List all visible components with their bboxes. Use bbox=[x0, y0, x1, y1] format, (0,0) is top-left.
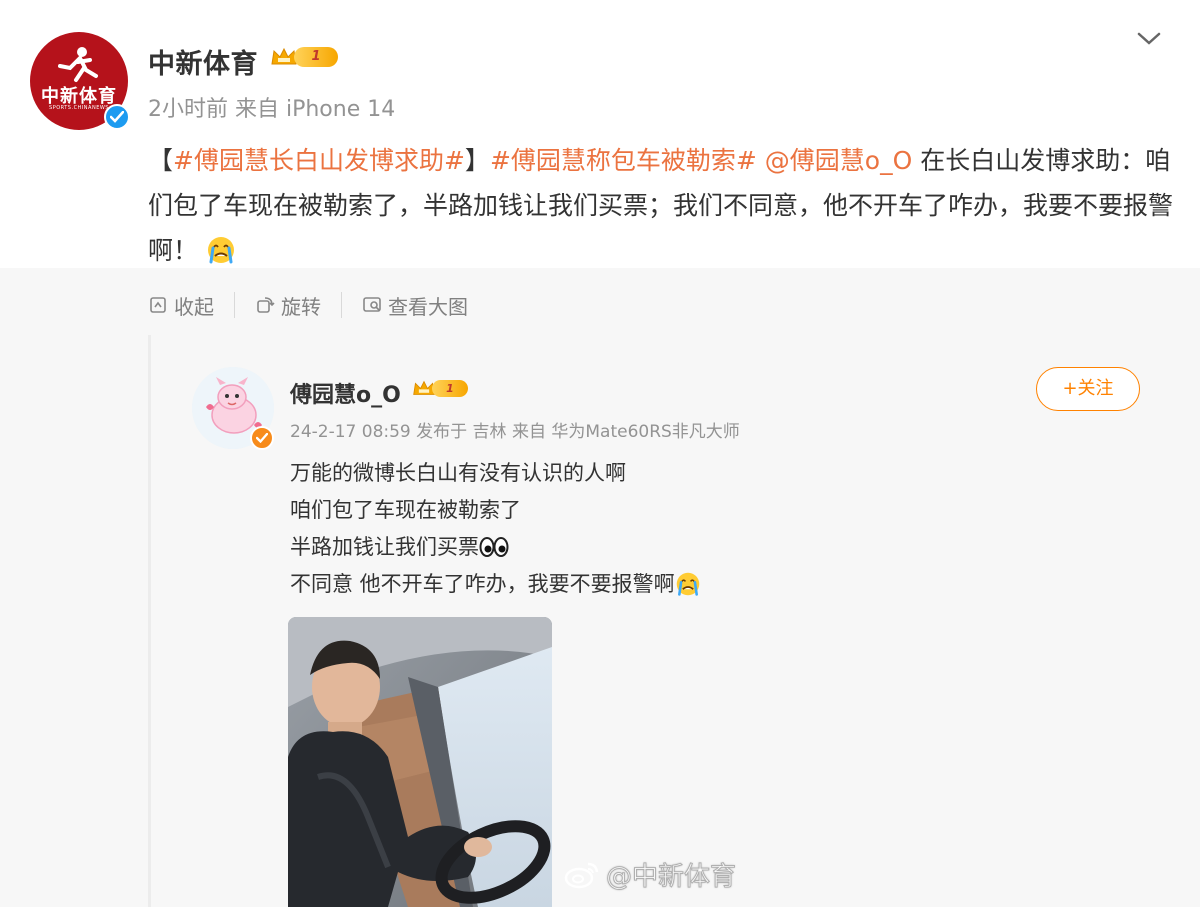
follow-button[interactable]: +关注 bbox=[1036, 367, 1140, 411]
repost-meta: 24-2-17 08:59 发布于 吉林 来自 华为Mate60RS非凡大师 bbox=[290, 422, 740, 442]
repost-author-name[interactable]: 傅园慧o_O bbox=[290, 377, 401, 409]
driver-photo bbox=[288, 617, 552, 907]
runner-logo-icon bbox=[58, 47, 98, 82]
vip-level: 1 bbox=[432, 380, 468, 397]
view-image-label: 查看大图 bbox=[388, 294, 468, 319]
hashtag-link[interactable]: #傅园慧长白山发博求助# bbox=[173, 146, 465, 175]
repost-line: 不同意 他不开车了咋办，我要不要报警啊 bbox=[290, 566, 701, 603]
repost-line-text: 半路加钱让我们买票 bbox=[290, 535, 479, 559]
chevron-down-icon[interactable] bbox=[1136, 30, 1162, 48]
collapse-button[interactable]: 收起 bbox=[148, 291, 214, 320]
hashtag-link[interactable]: #傅园慧称包车被勒索# bbox=[490, 146, 757, 175]
vip-badge[interactable]: 1 bbox=[270, 46, 338, 68]
bracket-open: 【 bbox=[148, 146, 174, 175]
rotate-icon bbox=[257, 297, 275, 313]
author-name[interactable]: 中新体育 bbox=[148, 42, 258, 81]
repost-line: 万能的微博长白山有没有认识的人啊 bbox=[290, 461, 626, 485]
media-action-bar: 收起 旋转 查看大图 bbox=[148, 288, 468, 322]
crying-emoji-icon bbox=[676, 572, 699, 596]
collapse-icon bbox=[150, 297, 166, 313]
rotate-label: 旋转 bbox=[281, 294, 321, 319]
photo-watermark: @中新体育 bbox=[564, 856, 737, 893]
verified-badge-icon bbox=[250, 426, 274, 450]
repost-line-text: 不同意 他不开车了咋办，我要不要报警啊 bbox=[290, 572, 675, 596]
view-large-image-button[interactable]: 查看大图 bbox=[362, 291, 468, 320]
rotate-button[interactable]: 旋转 bbox=[255, 291, 321, 320]
repost-text: 万能的微博长白山有没有认识的人啊 咱们包了车现在被勒索了 半路加钱让我们买票 不… bbox=[290, 455, 701, 603]
watermark-text: @中新体育 bbox=[605, 862, 737, 893]
post-meta: 2小时前 来自 iPhone 14 bbox=[148, 97, 396, 122]
eyes-emoji-icon bbox=[479, 537, 509, 557]
collapse-label: 收起 bbox=[174, 294, 214, 319]
bracket-close: 】 bbox=[464, 146, 490, 175]
repost-line: 半路加钱让我们买票 bbox=[290, 529, 701, 566]
vip-badge[interactable]: 1 bbox=[412, 379, 468, 398]
post-photo[interactable] bbox=[288, 617, 552, 907]
repost-line: 咱们包了车现在被勒索了 bbox=[290, 498, 521, 522]
crying-emoji-icon bbox=[207, 237, 234, 264]
weibo-post: 中新体育 SPORTS.CHINANEWS 中新体育 1 2小时前 来自 iPh… bbox=[0, 0, 1200, 907]
post-text: 【#傅园慧长白山发博求助#】#傅园慧称包车被勒索# @傅园慧o_O 在长白山发博… bbox=[148, 138, 1178, 273]
vip-level: 1 bbox=[294, 47, 338, 67]
verified-badge-icon bbox=[104, 104, 130, 130]
weibo-logo-icon bbox=[564, 862, 599, 888]
divider bbox=[234, 292, 235, 318]
divider bbox=[341, 292, 342, 318]
view-image-icon bbox=[363, 297, 381, 312]
mention-link[interactable]: @傅园慧o_O bbox=[765, 146, 912, 175]
